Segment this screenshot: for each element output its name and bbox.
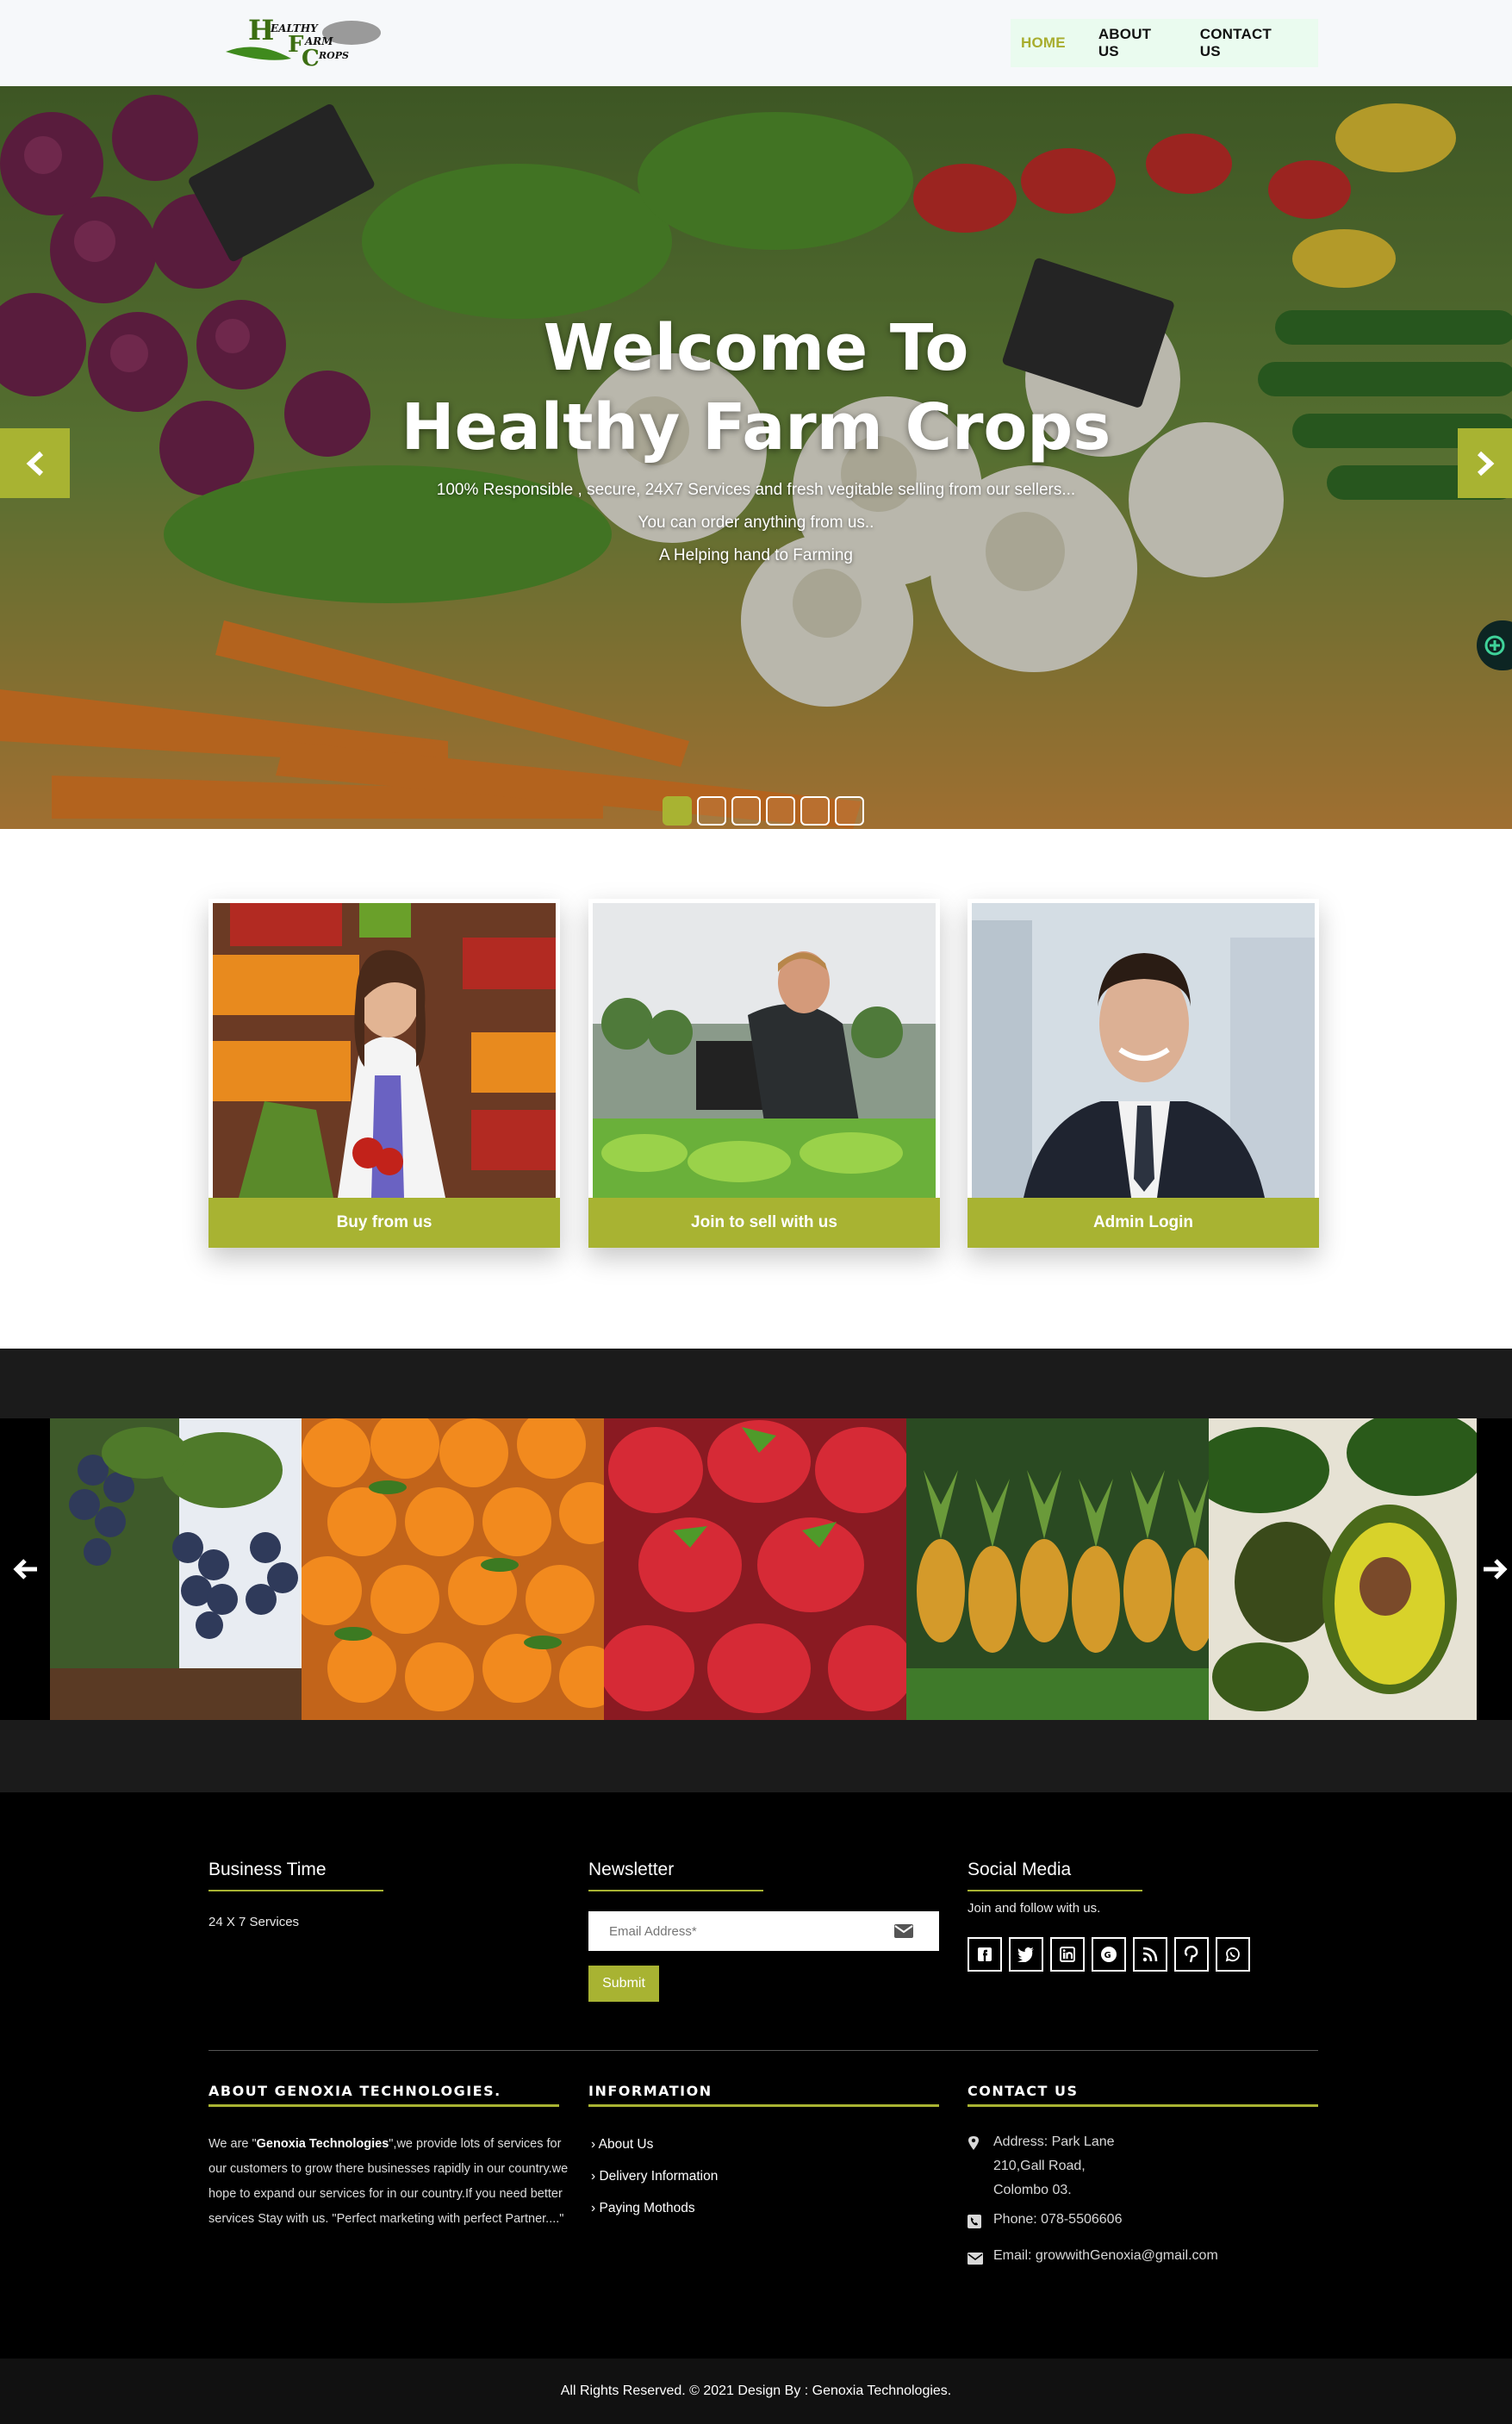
pinterest-icon — [1185, 1946, 1198, 1963]
farmer-photo — [593, 903, 936, 1198]
chat-widget-icon — [1484, 635, 1505, 656]
chevron-right-icon: › — [591, 2137, 596, 2152]
admin-card[interactable]: Admin Login — [968, 899, 1319, 1248]
info-link-paying-methods[interactable]: › Paying Mothods — [591, 2201, 695, 2216]
copyright-text: All Rights Reserved. © 2021 Design By : … — [560, 2383, 952, 2398]
admin-photo — [972, 903, 1315, 1198]
buyer-photo — [213, 903, 556, 1198]
nav-contact-us[interactable]: CONTACT US — [1200, 26, 1285, 60]
social-media-text: Join and follow with us. — [968, 1901, 1101, 1916]
hero-title-line-1: Welcome To — [543, 311, 969, 385]
contact-email: Email: growwithGenoxia@gmail.com — [968, 2244, 1218, 2273]
site-footer: Business Time 24 X 7 Services Newsletter… — [0, 1792, 1512, 2359]
envelope-icon — [968, 2253, 983, 2265]
information-heading: INFORMATION — [588, 2083, 939, 2107]
arrow-right-icon — [1484, 1559, 1508, 1580]
chevron-left-icon — [26, 451, 43, 476]
logo-letter-c: C — [302, 46, 320, 69]
facebook-icon — [978, 1947, 992, 1961]
fruit-next-button[interactable] — [1478, 1548, 1512, 1591]
whatsapp-icon — [1225, 1947, 1240, 1962]
nav-about-us[interactable]: ABOUT US — [1098, 26, 1167, 60]
newsletter-submit-button[interactable]: Submit — [588, 1966, 659, 2002]
phone-icon — [968, 2215, 981, 2228]
fruit-pineapples-image — [906, 1418, 1209, 1720]
google-plus-icon: G — [1101, 1947, 1117, 1962]
hero-title-line-2: Healthy Farm Crops — [401, 390, 1111, 464]
fruit-prev-button[interactable] — [4, 1548, 47, 1591]
admin-login-button[interactable]: Admin Login — [968, 1198, 1319, 1248]
nav-home[interactable]: HOME — [1021, 34, 1066, 52]
info-link-about-us[interactable]: › About Us — [591, 2137, 653, 2153]
buy-card[interactable]: Buy from us — [208, 899, 560, 1248]
hero-next-button[interactable] — [1458, 428, 1512, 498]
slide-dot-4[interactable] — [766, 796, 795, 826]
hero-slider: Welcome To Healthy Farm Crops 100% Respo… — [0, 86, 1512, 829]
hero-prev-button[interactable] — [0, 428, 70, 498]
contact-phone: Phone: 078-5506606 — [968, 2208, 1122, 2237]
fruit-oranges-image — [302, 1418, 604, 1720]
fruit-strawberries-image — [604, 1418, 906, 1720]
slide-dot-5[interactable] — [800, 796, 830, 826]
pinterest-link[interactable] — [1174, 1937, 1209, 1972]
about-text: We are "Genoxia Technologies",we provide… — [208, 2137, 569, 2226]
whatsapp-link[interactable] — [1216, 1937, 1250, 1972]
about-heading: ABOUT GENOXIA TECHNOLOGIES. — [208, 2083, 559, 2107]
main-nav: HOME ABOUT US CONTACT US — [1011, 19, 1318, 67]
hero-title: Welcome To Healthy Farm Crops — [0, 308, 1512, 467]
sell-card[interactable]: Join to sell with us — [588, 899, 940, 1248]
newsletter-email-field[interactable] — [588, 1911, 939, 1951]
chevron-right-icon: › — [591, 2201, 596, 2215]
info-link-delivery[interactable]: › Delivery Information — [591, 2169, 718, 2184]
company-name: Genoxia Technologies — [256, 2137, 389, 2151]
hero-subtitle: 100% Responsible , secure, 24X7 Services… — [0, 474, 1512, 572]
fruit-avocados-image — [1209, 1418, 1477, 1720]
newsletter-email-input[interactable] — [609, 1923, 893, 1939]
join-to-sell-button[interactable]: Join to sell with us — [588, 1198, 940, 1248]
buy-from-us-button[interactable]: Buy from us — [208, 1198, 560, 1248]
google-plus-link[interactable]: G — [1092, 1937, 1126, 1972]
rss-icon — [1142, 1947, 1158, 1962]
chevron-right-icon: › — [591, 2169, 596, 2184]
contact-address: Address: Park Lane 210,Gall Road, Colomb… — [968, 2130, 1115, 2203]
envelope-icon — [894, 1924, 913, 1938]
logo-word-3: ROPS — [318, 50, 349, 61]
newsletter-heading: Newsletter — [588, 1860, 763, 1891]
hero-subtitle-line-3: A Helping hand to Farming — [659, 546, 853, 564]
social-media-heading: Social Media — [968, 1860, 1142, 1891]
slide-dot-3[interactable] — [731, 796, 761, 826]
site-header: H EALTHY F ARM C ROPS HOME ABOUT US CONT… — [0, 0, 1512, 86]
contact-email-link[interactable]: Email: growwithGenoxia@gmail.com — [993, 2244, 1218, 2273]
arrow-left-icon — [13, 1559, 37, 1580]
rss-link[interactable] — [1133, 1937, 1167, 1972]
svg-text:G: G — [1104, 1951, 1111, 1960]
facebook-link[interactable] — [968, 1937, 1002, 1972]
slide-dot-6[interactable] — [835, 796, 864, 826]
fruit-carousel — [0, 1349, 1512, 1792]
slide-dot-1[interactable] — [663, 796, 692, 826]
hero-subtitle-line-2: You can order anything from us.. — [638, 514, 874, 532]
twitter-link[interactable] — [1009, 1937, 1043, 1972]
business-time-heading: Business Time — [208, 1860, 383, 1891]
copyright-bar: All Rights Reserved. © 2021 Design By : … — [0, 2359, 1512, 2424]
chevron-right-icon — [1477, 451, 1494, 476]
hero-slide-indicators — [663, 796, 864, 826]
contact-heading: CONTACT US — [968, 2083, 1318, 2107]
slide-dot-2[interactable] — [697, 796, 726, 826]
footer-divider — [208, 2050, 1318, 2051]
fruit-grapes-image — [50, 1418, 302, 1720]
linkedin-icon — [1060, 1947, 1075, 1962]
hero-subtitle-line-1: 100% Responsible , secure, 24X7 Services… — [436, 481, 1076, 499]
site-logo[interactable]: H EALTHY F ARM C ROPS — [222, 14, 391, 72]
map-marker-icon — [968, 2136, 979, 2150]
twitter-icon — [1017, 1947, 1034, 1962]
linkedin-link[interactable] — [1050, 1937, 1085, 1972]
action-cards: Buy from us Join to sell with us Admin L… — [0, 829, 1512, 1349]
business-time-text: 24 X 7 Services — [208, 1915, 300, 1929]
